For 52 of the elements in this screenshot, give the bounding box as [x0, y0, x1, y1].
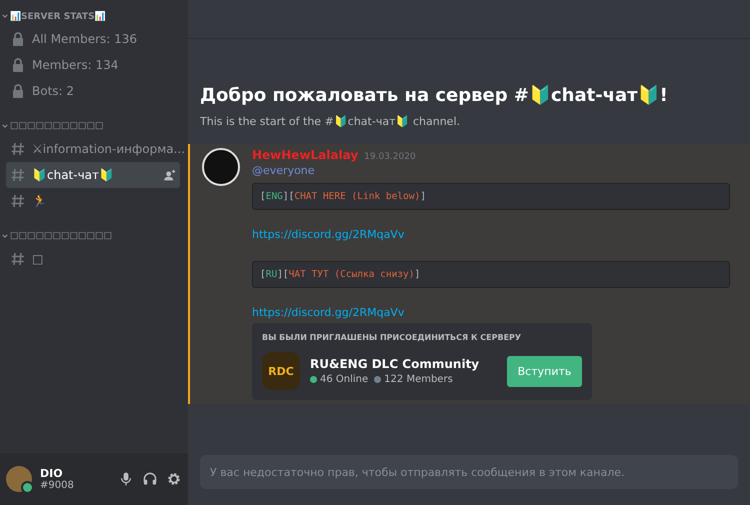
caret-icon [2, 13, 8, 19]
lock-icon [10, 57, 26, 73]
code-token: RU [266, 269, 278, 280]
invite-link[interactable]: https://discord.gg/2RMqaVv [252, 306, 404, 319]
code-token: [ [260, 191, 266, 202]
username: DIO [40, 467, 64, 480]
channel-item[interactable]: □ [6, 246, 180, 272]
hash-icon [10, 251, 26, 267]
server-logo: RDC [262, 352, 300, 390]
lock-icon [10, 31, 26, 47]
author-name[interactable]: HewHewLalalay [252, 148, 358, 162]
mention[interactable]: @everyone [252, 164, 315, 177]
hash-icon [10, 167, 26, 183]
code-token: ЧАТ ТУТ (Ссылка снизу) [288, 269, 414, 280]
headphones-icon[interactable] [142, 471, 158, 487]
member-count: 122 Members [384, 374, 453, 385]
hash-icon [10, 141, 26, 157]
code-token: ][ [277, 269, 289, 280]
add-member-icon[interactable] [163, 168, 176, 182]
message-date: 19.03.2020 [364, 152, 416, 162]
channel-item[interactable]: All Members: 136 [6, 26, 180, 52]
status-dot [21, 481, 34, 494]
code-token: ] [414, 269, 420, 280]
settings-icon[interactable] [166, 471, 182, 487]
server-name: RU&ENG DLC Community [310, 357, 480, 371]
invite-heading: ВЫ БЫЛИ ПРИГЛАШЕНЫ ПРИСОЕДИНИТЬСЯ К СЕРВЕРУ [262, 333, 522, 342]
user-tag: #9008 [40, 480, 110, 491]
channel-item[interactable]: Members: 134 [6, 52, 180, 78]
author-avatar[interactable] [202, 148, 240, 186]
microphone-icon[interactable] [118, 471, 134, 487]
channel-item[interactable]: Bots: 2 [6, 78, 180, 104]
category-header[interactable]: 📊SERVER STATS📊 [0, 8, 188, 26]
channel-item[interactable]: 🏃 [6, 188, 180, 214]
members-dot [374, 376, 382, 383]
join-button[interactable]: Вступить [507, 356, 582, 386]
caret-icon [2, 233, 8, 239]
category-header[interactable]: □□□□□□□□□□□□ [0, 228, 188, 246]
online-count: 46 Online [320, 374, 368, 385]
code-token: ] [420, 191, 426, 202]
category-header[interactable]: □□□□□□□□□□□ [0, 118, 188, 136]
code-token: ][ [282, 191, 294, 202]
hash-icon [10, 193, 26, 209]
online-dot [310, 376, 317, 383]
welcome-title: Добро пожаловать на сервер #🔰chat-чат🔰! [200, 84, 669, 108]
lock-icon [10, 83, 26, 99]
caret-icon [2, 123, 8, 129]
code-token: ENG [266, 191, 283, 202]
invite-link[interactable]: https://discord.gg/2RMqaVv [252, 228, 404, 241]
welcome-subtitle: This is the start of the #🔰chat-чат🔰 channel. [200, 115, 461, 128]
code-token: CHAT HERE (Link below) [294, 191, 420, 202]
code-token: [ [260, 269, 266, 280]
channel-item[interactable]: 🔰chat-чат🔰 [6, 162, 180, 188]
